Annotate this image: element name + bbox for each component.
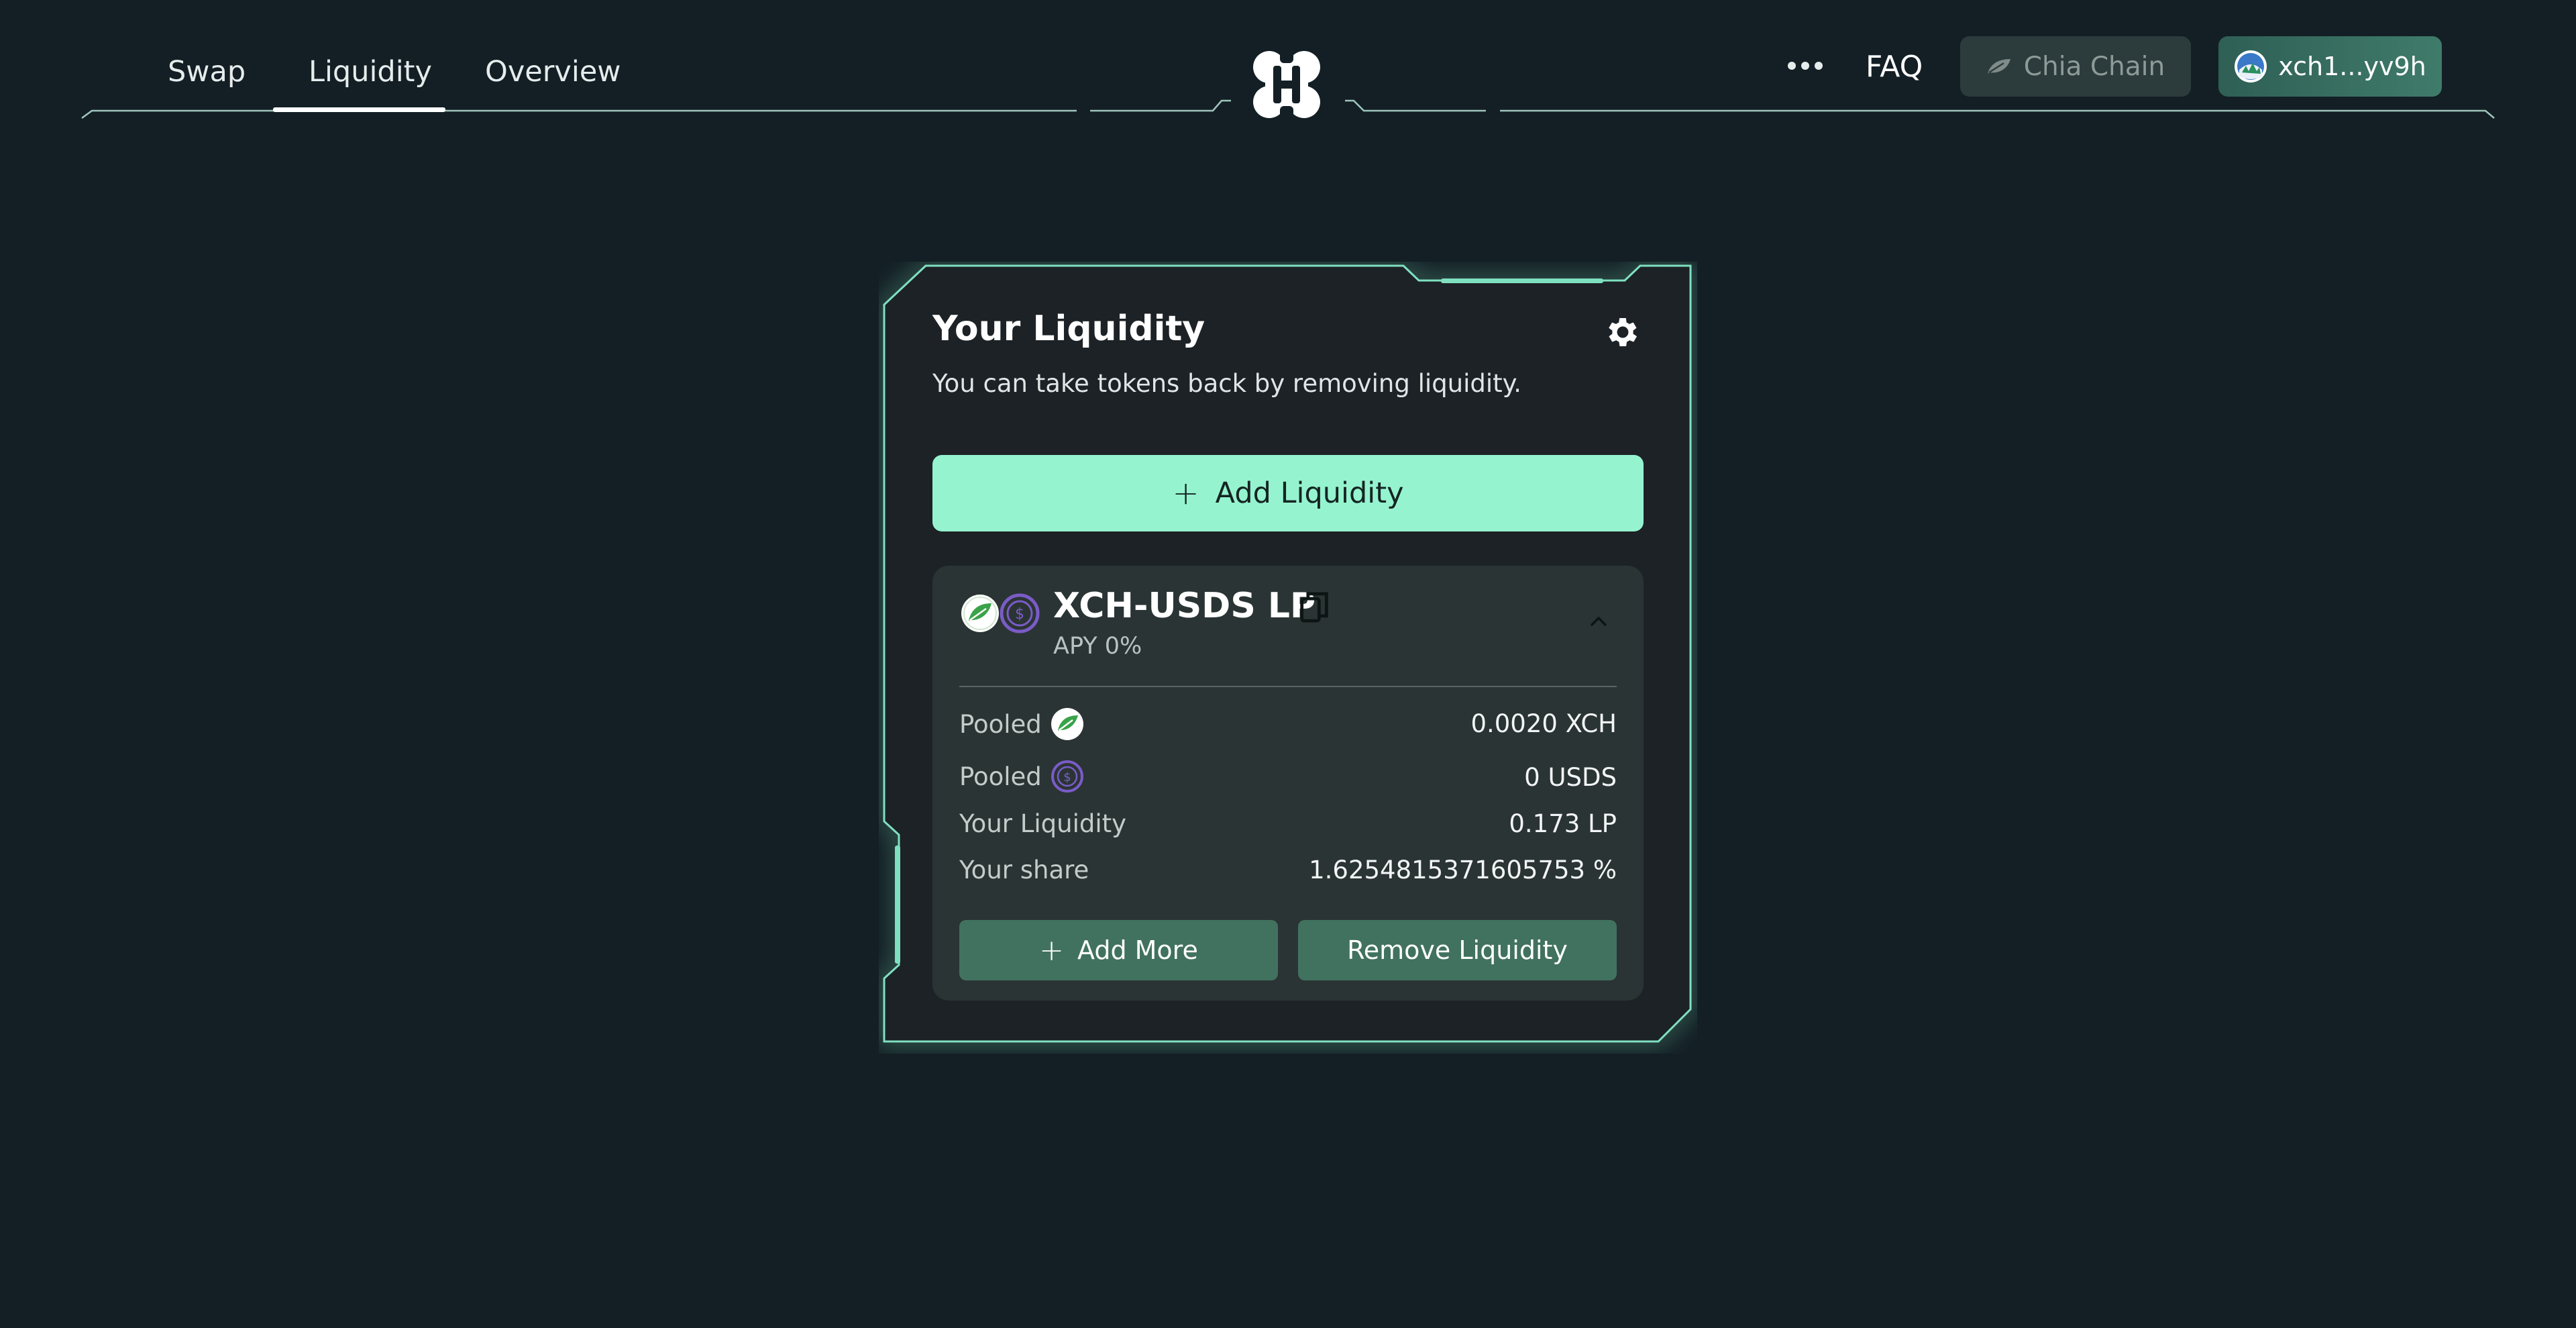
your-liquidity-value: 0.173 LP <box>1509 809 1617 838</box>
card-title: Your Liquidity <box>932 309 1205 349</box>
add-liquidity-button[interactable]: + Add Liquidity <box>932 455 1644 531</box>
leaf-icon <box>1987 59 2010 74</box>
row-label-text: Your share <box>959 856 1089 884</box>
row-label-text: Pooled <box>959 762 1042 791</box>
wallet-address: xch1...yv9h <box>2278 52 2426 81</box>
tab-liquidity[interactable]: Liquidity <box>309 55 432 89</box>
copy-icon[interactable] <box>1299 591 1329 623</box>
card-subtitle: You can take tokens back by removing liq… <box>932 369 1522 398</box>
active-tab-indicator <box>273 107 445 112</box>
wallet-avatar-icon <box>2235 50 2267 83</box>
lp-name: XCH-USDS LP <box>1053 586 1316 626</box>
plus-icon: + <box>1172 474 1199 512</box>
your-share-label: Your share <box>959 856 1089 884</box>
apy-label: APY 0% <box>1053 633 1142 660</box>
remove-liquidity-button[interactable]: Remove Liquidity <box>1298 920 1617 980</box>
pooled-xch-value: 0.0020 XCH <box>1470 709 1617 738</box>
gear-icon[interactable] <box>1603 313 1642 352</box>
ellipsis-icon[interactable] <box>1788 62 1824 71</box>
add-more-label: Add More <box>1077 935 1198 965</box>
pooled-usds-value: 0 USDS <box>1524 763 1617 792</box>
add-liquidity-label: Add Liquidity <box>1215 476 1404 510</box>
your-share-value: 1.6254815371605753 % <box>1309 856 1617 884</box>
add-more-button[interactable]: + Add More <box>959 920 1278 980</box>
tab-overview[interactable]: Overview <box>485 55 621 89</box>
top-navigation: Swap Liquidity Overview FAQ Chia Chain x… <box>0 0 2576 134</box>
remove-liquidity-label: Remove Liquidity <box>1347 935 1568 965</box>
chain-selector-button[interactable]: Chia Chain <box>1960 36 2191 97</box>
token-pair-icons: $ <box>961 593 1040 633</box>
row-label-text: Pooled <box>959 709 1042 739</box>
usds-token-icon: $ <box>1051 760 1083 793</box>
pooled-usds-label: Pooled $ <box>959 759 1085 794</box>
row-label-text: Your Liquidity <box>959 809 1127 838</box>
usds-token-icon: $ <box>1000 593 1040 633</box>
wallet-button[interactable]: xch1...yv9h <box>2218 36 2442 97</box>
plus-icon: + <box>1039 933 1064 968</box>
svg-text:$: $ <box>1063 770 1071 784</box>
chevron-up-icon[interactable] <box>1587 613 1611 629</box>
xch-token-icon <box>961 595 999 632</box>
logo-icon[interactable] <box>1249 47 1324 122</box>
pooled-xch-label: Pooled <box>959 707 1085 742</box>
faq-link[interactable]: FAQ <box>1866 50 1923 84</box>
panel-divider <box>959 686 1617 687</box>
chain-label: Chia Chain <box>2023 51 2165 82</box>
lp-position-panel: $ XCH-USDS LP APY 0% Pooled 0.0020 XCH P… <box>932 566 1644 1001</box>
svg-text:$: $ <box>1015 606 1024 623</box>
your-liquidity-label: Your Liquidity <box>959 809 1126 838</box>
tab-swap[interactable]: Swap <box>168 55 246 89</box>
xch-token-icon <box>1051 708 1083 740</box>
